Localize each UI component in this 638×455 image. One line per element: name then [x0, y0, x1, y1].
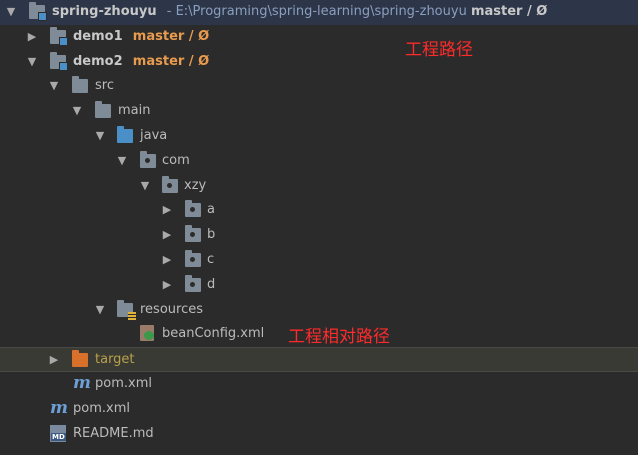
package-label: com	[162, 152, 190, 168]
tree-node-partial	[0, 446, 638, 452]
resources-folder-icon	[117, 299, 136, 320]
tree-node-java[interactable]: ▼ java	[0, 124, 638, 149]
tree-node-xzy[interactable]: ▼ xzy	[0, 174, 638, 199]
maven-icon: m	[50, 397, 68, 418]
tree-node-target[interactable]: ▶ target	[0, 347, 638, 372]
root-module-path: - E:\Programing\spring-learning\spring-z…	[166, 4, 467, 19]
tree-node-b[interactable]: ▶ b	[0, 223, 638, 248]
package-icon	[185, 225, 201, 243]
collapsed-arrow-icon[interactable]: ▶	[161, 223, 173, 248]
maven-icon: m	[73, 372, 91, 393]
module-name: demo1	[73, 28, 123, 44]
package-label: d	[207, 276, 216, 292]
expanded-arrow-icon[interactable]: ▼	[5, 0, 17, 25]
tree-node-demo2-pom[interactable]: m pom.xml	[0, 372, 638, 397]
tree-node-d[interactable]: ▶ d	[0, 273, 638, 298]
collapsed-arrow-icon[interactable]: ▶	[161, 198, 173, 223]
tree-node-main[interactable]: ▼ main	[0, 99, 638, 124]
root-module-name: spring-zhouyu	[52, 4, 157, 19]
package-label: b	[207, 227, 216, 243]
package-label: xzy	[184, 177, 207, 193]
collapsed-arrow-icon[interactable]: ▶	[48, 348, 60, 373]
folder-label: java	[140, 127, 168, 143]
annotation-relative-path: 工程相对路径	[288, 327, 390, 347]
expanded-arrow-icon[interactable]: ▼	[94, 298, 106, 323]
expanded-arrow-icon[interactable]: ▼	[94, 124, 106, 149]
file-label: README.md	[73, 425, 154, 441]
expanded-arrow-icon[interactable]: ▼	[48, 74, 60, 99]
file-label: beanConfig.xml	[162, 326, 265, 342]
markdown-icon-text: MD	[51, 432, 66, 441]
folder-icon	[72, 76, 88, 94]
folder-label: main	[118, 103, 151, 119]
folder-icon	[95, 101, 111, 119]
expanded-arrow-icon[interactable]: ▼	[116, 149, 128, 174]
tree-node-root-pom[interactable]: m pom.xml	[0, 397, 638, 422]
tree-node-demo2[interactable]: ▼ demo2 master / Ø	[0, 50, 638, 75]
spring-xml-icon	[140, 325, 154, 342]
collapsed-arrow-icon[interactable]: ▶	[161, 273, 173, 298]
tree-node-com[interactable]: ▼ com	[0, 149, 638, 174]
folder-label: target	[95, 352, 135, 368]
package-label: c	[207, 251, 215, 267]
module-folder-icon	[29, 2, 47, 21]
expanded-arrow-icon[interactable]: ▼	[139, 174, 151, 199]
module-branch: master / Ø	[132, 53, 210, 69]
tree-node-a[interactable]: ▶ a	[0, 198, 638, 223]
expanded-arrow-icon[interactable]: ▼	[26, 50, 38, 75]
package-icon	[185, 200, 201, 218]
package-icon	[162, 175, 178, 193]
package-label: a	[207, 202, 215, 218]
module-name: demo2	[73, 53, 123, 69]
module-folder-icon	[50, 26, 68, 46]
project-tree: ▼ spring-zhouyu - E:\Programing\spring-l…	[0, 0, 638, 452]
tree-node-readme[interactable]: MD README.md	[0, 422, 638, 447]
root-branch: master / Ø	[470, 4, 548, 19]
source-folder-icon	[117, 125, 133, 143]
folder-label: resources	[140, 301, 204, 317]
tree-node-demo1[interactable]: ▶ demo1 master / Ø	[0, 25, 638, 50]
markdown-icon: MD	[50, 424, 66, 442]
collapsed-arrow-icon[interactable]: ▶	[26, 25, 38, 50]
package-icon	[185, 274, 201, 292]
package-icon	[140, 150, 156, 168]
excluded-folder-icon	[72, 350, 88, 368]
expanded-arrow-icon[interactable]: ▼	[71, 99, 83, 124]
collapsed-arrow-icon[interactable]: ▶	[161, 248, 173, 273]
annotation-project-path: 工程路径	[405, 40, 473, 60]
tree-node-c[interactable]: ▶ c	[0, 248, 638, 273]
tree-node-src[interactable]: ▼ src	[0, 74, 638, 99]
module-folder-icon	[50, 51, 68, 71]
tree-node-resources[interactable]: ▼ resources	[0, 298, 638, 323]
module-branch: master / Ø	[132, 28, 210, 44]
file-label: pom.xml	[95, 375, 152, 391]
folder-label: src	[95, 78, 114, 94]
package-icon	[185, 249, 201, 267]
file-label: pom.xml	[73, 400, 130, 416]
tree-node-root[interactable]: ▼ spring-zhouyu - E:\Programing\spring-l…	[0, 0, 638, 25]
